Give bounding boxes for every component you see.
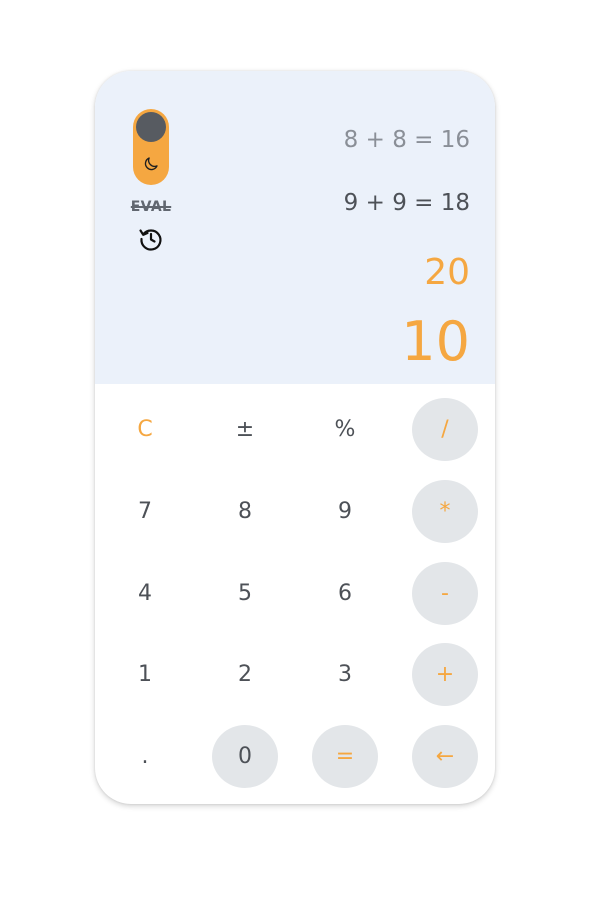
- digit-9-button[interactable]: 9: [312, 480, 378, 543]
- eval-toggle[interactable]: EVAL: [125, 199, 177, 215]
- history-icon[interactable]: [137, 225, 165, 253]
- sign-toggle-button[interactable]: ±: [212, 398, 278, 461]
- add-button[interactable]: +: [412, 643, 478, 706]
- digit-8-button[interactable]: 8: [212, 480, 278, 543]
- digit-2-button[interactable]: 2: [212, 643, 278, 706]
- history-entry[interactable]: 9 + 9 = 18: [344, 190, 470, 216]
- digit-6-button[interactable]: 6: [312, 562, 378, 625]
- toggle-knob[interactable]: [136, 112, 166, 142]
- percent-button[interactable]: %: [312, 398, 378, 461]
- backspace-button[interactable]: ←: [412, 725, 478, 788]
- digit-4-button[interactable]: 4: [112, 562, 178, 625]
- equals-button[interactable]: =: [312, 725, 378, 788]
- calculator: EVAL 8 + 8 = 16 9 + 9 = 18 20 10 C ± % /…: [95, 71, 495, 804]
- keypad: C ± % / 7 8 9 * 4 5 6 - 1 2 3 + . 0 = ←: [95, 384, 495, 804]
- current-value: 10: [401, 310, 470, 373]
- moon-icon: [144, 157, 158, 171]
- subtract-button[interactable]: -: [412, 562, 478, 625]
- clear-button[interactable]: C: [112, 398, 178, 461]
- history-entry[interactable]: 8 + 8 = 16: [344, 127, 470, 153]
- digit-1-button[interactable]: 1: [112, 643, 178, 706]
- multiply-button[interactable]: *: [412, 480, 478, 543]
- previous-result: 20: [424, 252, 470, 293]
- digit-0-button[interactable]: 0: [212, 725, 278, 788]
- digit-5-button[interactable]: 5: [212, 562, 278, 625]
- digit-7-button[interactable]: 7: [112, 480, 178, 543]
- theme-toggle[interactable]: [133, 109, 169, 185]
- digit-3-button[interactable]: 3: [312, 643, 378, 706]
- display-panel: EVAL 8 + 8 = 16 9 + 9 = 18 20 10: [95, 71, 495, 384]
- decimal-button[interactable]: .: [112, 725, 178, 788]
- divide-button[interactable]: /: [412, 398, 478, 461]
